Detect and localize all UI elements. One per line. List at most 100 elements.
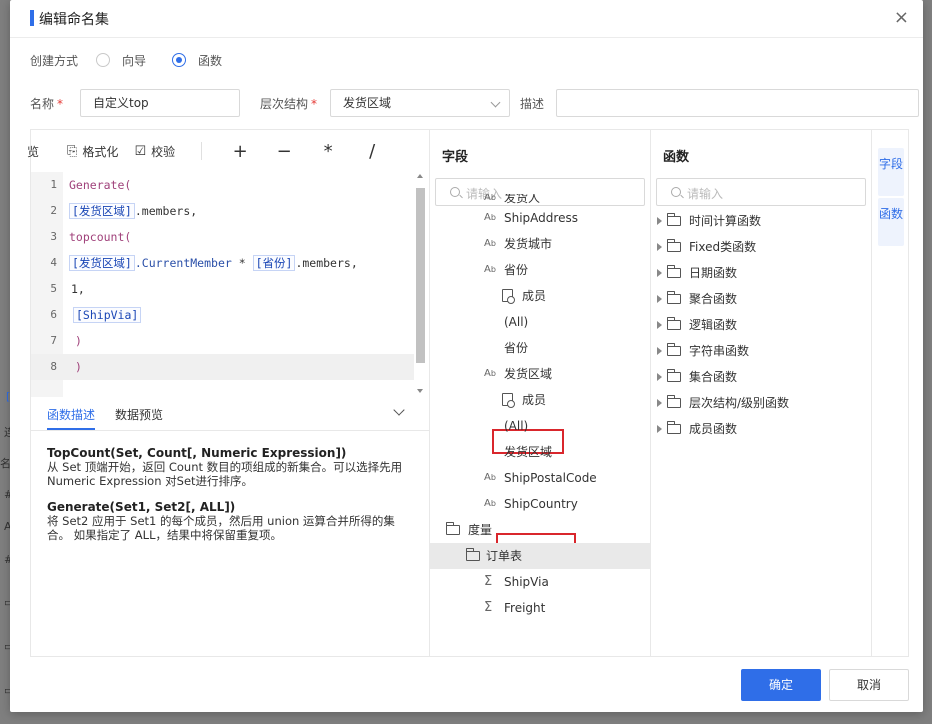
functions-title: 函数	[663, 150, 690, 165]
text-field-icon: Ab	[484, 472, 496, 483]
function-description: TopCount(Set, Count[, Numeric Expression…	[47, 446, 417, 554]
code-scrollbar[interactable]	[414, 172, 426, 397]
dialog-header: 编辑命名集 ×	[10, 0, 923, 38]
function-category[interactable]: 聚合函数	[651, 286, 871, 312]
caret-right-icon	[657, 321, 662, 329]
code-line[interactable]: 4 [发货区域] .CurrentMember * [省份] .members,	[31, 250, 414, 276]
multiply-operator-button[interactable]: *	[306, 141, 350, 162]
field-ref-token[interactable]: [省份]	[252, 255, 296, 271]
title-accent-bar	[30, 10, 34, 26]
field-ref-token[interactable]: [ShipVia]	[73, 307, 142, 323]
folder-open-icon	[445, 522, 460, 535]
code-line[interactable]: 3 topcount(	[31, 224, 414, 250]
tree-item-freight[interactable]: Σ Freight	[430, 595, 650, 621]
function-category[interactable]: 时间计算函数	[651, 208, 871, 234]
format-button[interactable]: ⎘ 格式化	[67, 143, 118, 160]
dialog-title: 编辑命名集	[39, 12, 109, 28]
tree-item-province-level[interactable]: 省份	[430, 335, 650, 361]
tree-item-region-members[interactable]: 成员	[430, 387, 650, 413]
caret-right-icon	[657, 347, 662, 355]
tree-item-province[interactable]: Ab 省份	[430, 257, 650, 283]
tree-item-province-all[interactable]: (All)	[430, 309, 650, 335]
description-tabs: 函数描述 数据预览	[31, 397, 429, 431]
text-field-icon: Ab	[484, 212, 496, 223]
scroll-up-arrow[interactable]	[417, 174, 423, 178]
tree-item-country[interactable]: Ab ShipCountry	[430, 491, 650, 517]
confirm-button[interactable]: 确定	[741, 669, 821, 701]
code-line[interactable]: 7)	[31, 328, 414, 354]
side-tab-functions[interactable]: 函数	[878, 198, 904, 246]
topcount-signature: TopCount(Set, Count[, Numeric Expression…	[47, 446, 347, 460]
plus-operator-button[interactable]: +	[218, 141, 262, 162]
caret-right-icon	[657, 243, 662, 251]
function-category[interactable]: 日期函数	[651, 260, 871, 286]
tree-item-orders-table[interactable]: 订单表	[430, 543, 650, 569]
tree-item-region-level[interactable]: 发货区域	[430, 439, 650, 465]
code-area[interactable]: 1 Generate( 2 [发货区域] .members, 3 topcount( 4…	[31, 172, 428, 397]
radio-function[interactable]	[172, 53, 187, 67]
field-ref-token[interactable]: [发货区域]	[69, 203, 135, 219]
tree-item-shipaddress[interactable]: Ab ShipAddress	[430, 205, 650, 231]
fields-panel: 字段 请输入 Ab 发货人 Ab ShipAddress Ab 发货城市 Ab 省份 成…	[430, 130, 651, 656]
close-icon[interactable]: ×	[894, 9, 909, 27]
hierarchy-select[interactable]: 发货区域	[330, 89, 510, 117]
tab-function-description[interactable]: 函数描述	[47, 406, 95, 423]
folder-icon	[666, 291, 681, 304]
functions-search-input[interactable]: 请输入	[656, 178, 866, 206]
tree-item-postal-code[interactable]: Ab ShipPostalCode	[430, 465, 650, 491]
function-category[interactable]: 集合函数	[651, 364, 871, 390]
tree-item-province-members[interactable]: 成员	[430, 283, 650, 309]
caret-right-icon	[657, 217, 662, 225]
folder-icon	[666, 213, 681, 226]
function-category[interactable]: 层次结构/级别函数	[651, 390, 871, 416]
preview-button[interactable]: 览	[27, 143, 39, 160]
code-line[interactable]: 6 [ShipVia]	[31, 302, 414, 328]
code-line[interactable]: 5 1,	[31, 276, 414, 302]
tab-data-preview[interactable]: 数据预览	[115, 406, 163, 423]
function-category[interactable]: 逻辑函数	[651, 312, 871, 338]
minus-operator-button[interactable]: −	[262, 141, 306, 162]
generate-text: 将 Set2 应用于 Set1 的每个成员，然后用 union 运算合并所得的集…	[47, 514, 395, 542]
function-category[interactable]: Fixed类函数	[651, 234, 871, 260]
code-line[interactable]: 2 [发货区域] .members,	[31, 198, 414, 224]
radio-function-label[interactable]: 函数	[198, 52, 222, 69]
field-ref-token[interactable]: [发货区域]	[69, 255, 135, 271]
radio-wizard-label[interactable]: 向导	[122, 52, 146, 69]
text-field-icon: Ab	[484, 264, 496, 275]
text-field-icon: Ab	[484, 194, 496, 203]
tree-item-shipvia[interactable]: Σ ShipVia	[430, 569, 650, 595]
code-line-active[interactable]: 8)	[31, 354, 414, 380]
code-line[interactable]: 1 Generate(	[31, 172, 414, 198]
description-input[interactable]	[556, 89, 919, 117]
tree-item-measures[interactable]: 度量	[430, 517, 650, 543]
validate-button[interactable]: ☑ 校验	[134, 143, 175, 160]
function-category[interactable]: 字符串函数	[651, 338, 871, 364]
tree-item-region-all[interactable]: (All)	[430, 413, 650, 439]
creation-method-row: 创建方式 向导 函数	[30, 50, 222, 70]
sigma-icon: Σ	[484, 574, 493, 589]
scroll-thumb[interactable]	[416, 188, 425, 363]
edit-named-set-dialog: 编辑命名集 × 创建方式 向导 函数 名称 * 自定义top 层次结构 * 发货区域…	[10, 0, 923, 712]
form-row: 名称 * 自定义top 层次结构 * 发货区域 描述	[30, 89, 919, 117]
chevron-down-icon[interactable]	[393, 404, 405, 416]
tree-item-ship-city[interactable]: Ab 发货城市	[430, 231, 650, 257]
validate-icon: ☑	[134, 143, 147, 159]
sigma-icon: Σ	[484, 600, 493, 615]
divide-operator-button[interactable]: /	[350, 141, 394, 162]
scroll-down-arrow[interactable]	[417, 389, 423, 393]
tree-item-region[interactable]: Ab 发货区域	[430, 361, 650, 387]
expression-editor: 览 ⎘ 格式化 ☑ 校验 + − * / 1 Generate( 2 [发货区域] .me…	[27, 130, 430, 656]
toolbar-divider	[201, 142, 203, 160]
caret-right-icon	[657, 269, 662, 277]
name-input[interactable]: 自定义top	[80, 89, 240, 117]
function-category[interactable]: 成员函数	[651, 416, 871, 442]
radio-wizard[interactable]	[96, 53, 111, 67]
cancel-button[interactable]: 取消	[829, 669, 909, 701]
text-field-icon: Ab	[484, 368, 496, 379]
folder-icon	[666, 239, 681, 252]
side-tab-fields[interactable]: 字段	[878, 148, 904, 196]
topcount-text: 从 Set 顶端开始，返回 Count 数目的项组成的新集合。可以选择先用 Nu…	[47, 460, 403, 488]
format-icon: ⎘	[67, 143, 78, 159]
folder-icon	[666, 369, 681, 382]
caret-right-icon	[657, 399, 662, 407]
